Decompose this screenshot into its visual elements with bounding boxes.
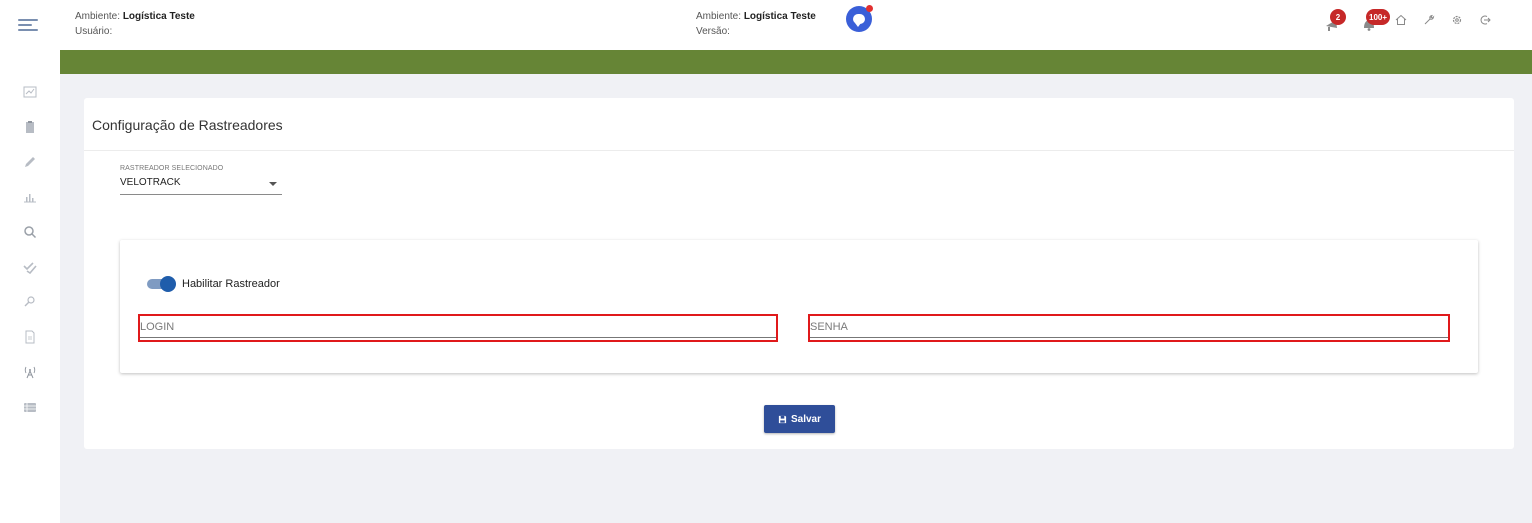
- bar-chart-icon: [24, 194, 36, 203]
- chevron-down-icon: [269, 182, 277, 186]
- sidebar-item-approvals[interactable]: [22, 259, 38, 275]
- login-input[interactable]: [140, 316, 776, 338]
- wrench-icon: [1424, 14, 1435, 25]
- announcements-badge: 2: [1330, 9, 1346, 25]
- announcements-button[interactable]: 2: [1322, 9, 1346, 31]
- notifications-button[interactable]: 100+: [1358, 9, 1391, 31]
- senha-input[interactable]: [810, 316, 1448, 338]
- sidebar-item-reports[interactable]: [22, 189, 38, 205]
- notifications-badge: 100+: [1366, 9, 1391, 25]
- pencil-icon: [25, 157, 35, 167]
- ambiente-value: Logística Teste: [122, 11, 195, 22]
- search-icon: [24, 226, 37, 239]
- sidebar-item-clipboard[interactable]: [22, 119, 38, 135]
- antenna-icon: [24, 366, 36, 379]
- enable-tracker-toggle[interactable]: [147, 276, 177, 292]
- menu-toggle-icon[interactable]: [18, 17, 38, 33]
- enable-tracker-label: Habilitar Rastreador: [182, 278, 280, 290]
- sidebar-item-search[interactable]: [22, 224, 38, 240]
- chat-unread-dot: [866, 5, 873, 12]
- environment-info-middle: Ambiente: Logística Teste Versão:: [696, 9, 816, 39]
- top-icons: 2 100+: [1322, 8, 1492, 32]
- home-icon: [1395, 14, 1407, 25]
- save-icon: [778, 415, 787, 423]
- ambiente-label: Ambiente:: [696, 11, 742, 22]
- sidebar: [0, 50, 60, 523]
- environment-info-left: Ambiente: Logística Teste Usuário:: [75, 9, 195, 39]
- tools-icon: [24, 296, 35, 307]
- chat-icon: [853, 14, 865, 27]
- tracker-select-label: RASTREADOR SELECIONADO: [120, 165, 224, 172]
- toggle-knob: [160, 276, 176, 292]
- tools-button[interactable]: [1422, 13, 1436, 27]
- login-field-wrapper: [138, 314, 778, 342]
- ambiente-value: Logística Teste: [743, 11, 816, 22]
- logout-button[interactable]: [1478, 13, 1492, 27]
- sidebar-item-edit[interactable]: [22, 154, 38, 170]
- list-icon: [24, 403, 36, 412]
- clipboard-icon: [26, 121, 34, 133]
- versao-label: Versão:: [696, 26, 730, 37]
- tracker-select-value: VELOTRACK: [120, 177, 181, 188]
- document-icon: [25, 330, 35, 344]
- chat-button[interactable]: [846, 5, 873, 32]
- sidebar-item-trackers[interactable]: [22, 364, 38, 380]
- sidebar-item-list[interactable]: [22, 399, 38, 415]
- tracker-select[interactable]: VELOTRACK: [120, 177, 282, 195]
- senha-field-wrapper: [808, 314, 1450, 342]
- dashboard-chart-icon: [23, 86, 37, 98]
- double-check-icon: [23, 262, 37, 274]
- settings-icon: [1452, 15, 1462, 25]
- home-button[interactable]: [1394, 13, 1408, 27]
- page-title: Configuração de Rastreadores: [92, 117, 283, 133]
- logout-icon: [1480, 15, 1491, 25]
- sidebar-item-documents[interactable]: [22, 329, 38, 345]
- save-button[interactable]: Salvar: [764, 405, 835, 433]
- ambiente-label: Ambiente:: [75, 11, 121, 22]
- tracker-config-card: Configuração de Rastreadores RASTREADOR …: [84, 98, 1514, 449]
- settings-button[interactable]: [1450, 13, 1464, 27]
- header-green-band: [60, 50, 1532, 74]
- title-divider: [84, 150, 1514, 151]
- sidebar-item-tools[interactable]: [22, 294, 38, 310]
- usuario-label: Usuário:: [75, 26, 113, 37]
- save-button-label: Salvar: [790, 413, 822, 425]
- tracker-settings-panel: Habilitar Rastreador: [120, 240, 1478, 373]
- top-bar: Ambiente: Logística Teste Usuário: Ambie…: [0, 0, 1532, 50]
- sidebar-item-dashboard[interactable]: [22, 84, 38, 100]
